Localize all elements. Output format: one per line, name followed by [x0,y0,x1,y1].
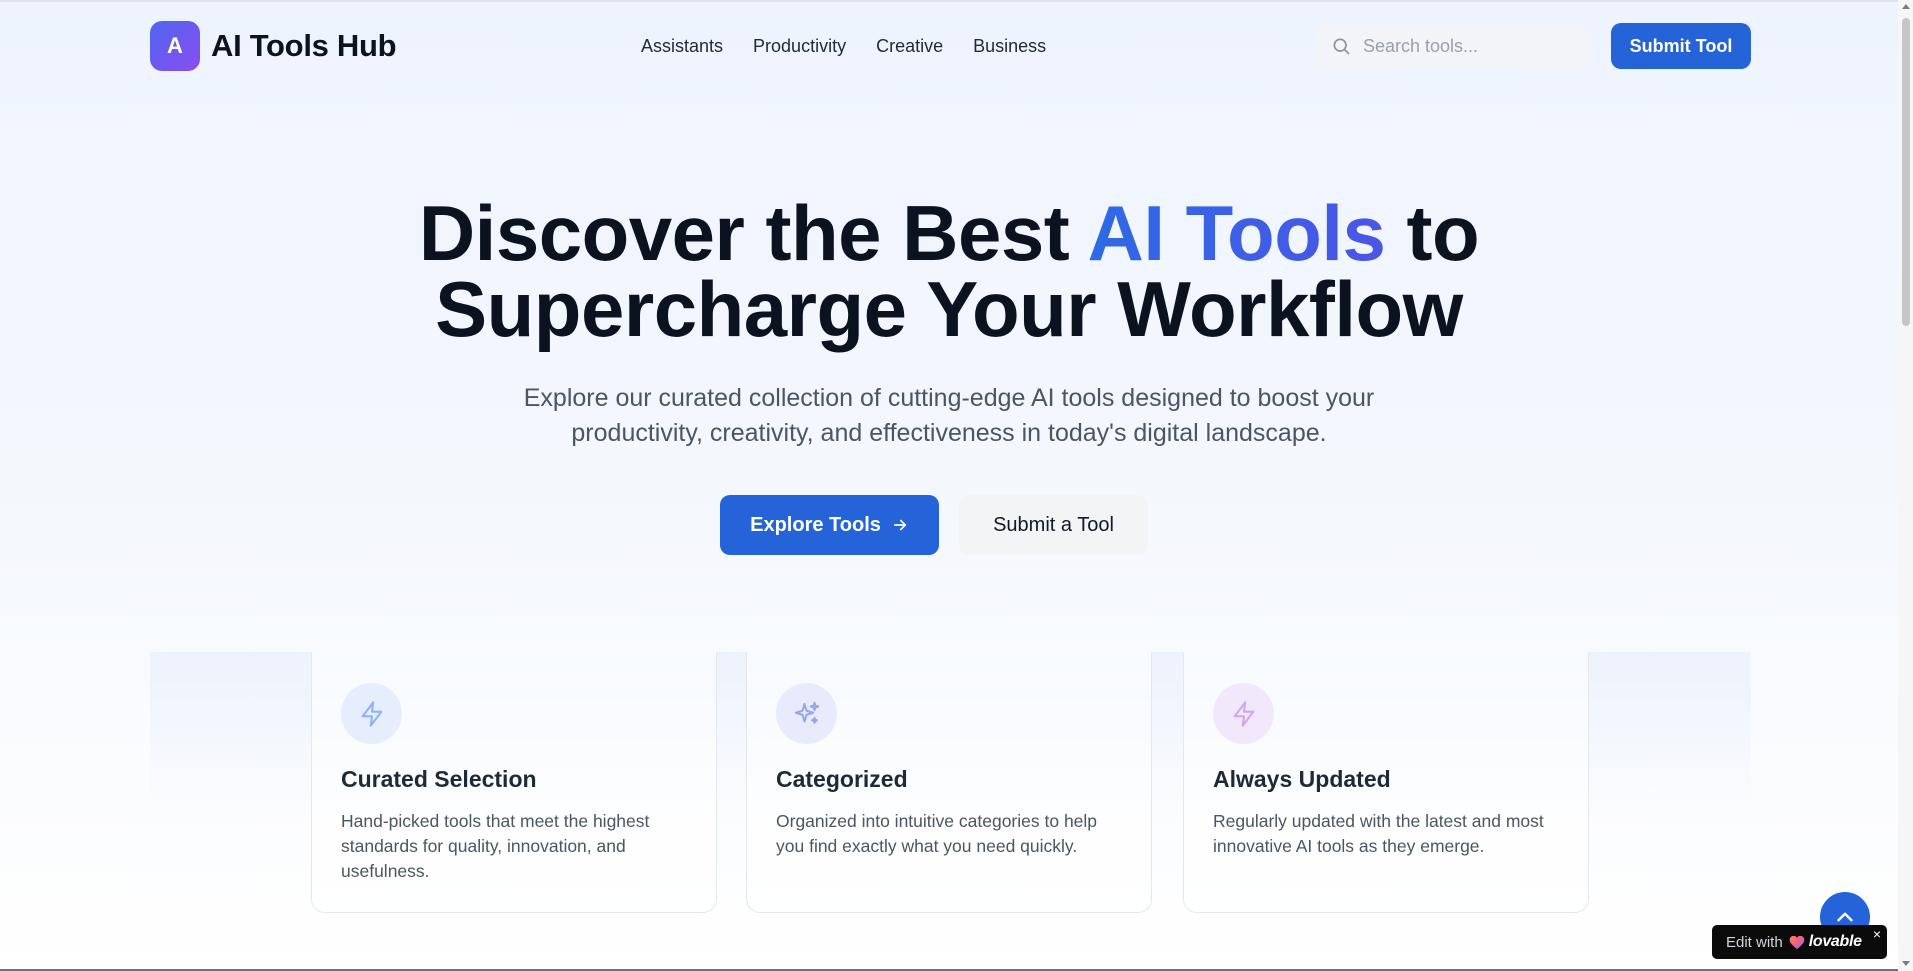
feature-card-categorized: Categorized Organized into intuitive cat… [746,652,1152,913]
main-nav: Assistants Productivity Creative Busines… [641,36,1076,57]
nav-link-productivity[interactable]: Productivity [753,36,846,57]
hero-subtitle: Explore our curated collection of cuttin… [523,384,1375,447]
nav-link-assistants[interactable]: Assistants [641,36,723,57]
hero-title-part2: to [1385,189,1480,277]
feature-card-curated: Curated Selection Hand-picked tools that… [311,652,717,913]
nav-link-business[interactable]: Business [973,36,1046,57]
hero: Discover the Best AI Tools to Supercharg… [0,194,1898,555]
search-input[interactable] [1363,35,1563,57]
scroll-up-arrow-icon[interactable] [1902,4,1910,9]
nav-link-creative[interactable]: Creative [876,36,943,57]
logo-text: AI Tools Hub [211,28,397,63]
heart-icon [1789,935,1805,949]
feature-title: Categorized [776,766,908,792]
search-icon [1333,38,1350,55]
hero-cta-group: Explore Tools Submit a Tool [0,495,1898,555]
top-border [0,0,1898,2]
logo[interactable]: A AI Tools Hub [150,21,397,71]
feature-description: Organized into intuitive categories to h… [776,811,1098,856]
lightning-icon [361,700,382,727]
logo-mark: A [150,21,200,71]
close-icon[interactable]: × [1873,926,1881,942]
search-box [1315,24,1590,68]
site-header: A AI Tools Hub Assistants Productivity C… [150,20,1751,72]
submit-a-tool-button[interactable]: Submit a Tool [959,495,1148,555]
feature-card-updated: Always Updated Regularly updated with th… [1183,652,1589,913]
submit-tool-button[interactable]: Submit Tool [1611,23,1751,69]
edit-with-lovable-badge[interactable]: Edit with lovable × [1712,925,1887,959]
feature-description: Regularly updated with the latest and mo… [1213,811,1544,856]
explore-tools-button[interactable]: Explore Tools [720,495,939,555]
scroll-down-arrow-icon[interactable] [1902,961,1910,966]
scrollbar-thumb[interactable] [1902,18,1910,326]
feature-title: Curated Selection [341,766,537,792]
badge-prefix: Edit with [1726,933,1783,951]
explore-tools-label: Explore Tools [750,513,881,536]
page: A AI Tools Hub Assistants Productivity C… [0,0,1898,971]
hero-title-accent: AI Tools [1087,189,1386,277]
badge-brand: lovable [1808,933,1862,950]
feature-description: Hand-picked tools that meet the highest … [341,811,650,881]
lightning-icon [1233,700,1254,727]
arrow-right-icon [893,519,906,531]
hero-title: Discover the Best AI Tools to Supercharg… [0,194,1898,348]
feature-title: Always Updated [1213,766,1391,792]
sparkles-icon [794,701,819,724]
hero-title-line2: Supercharge Your Workflow [435,265,1463,353]
feature-icon-wrap [1213,683,1274,744]
feature-icon-wrap [776,683,837,744]
hero-title-part1: Discover the Best [418,189,1088,277]
feature-icon-wrap [341,683,402,744]
